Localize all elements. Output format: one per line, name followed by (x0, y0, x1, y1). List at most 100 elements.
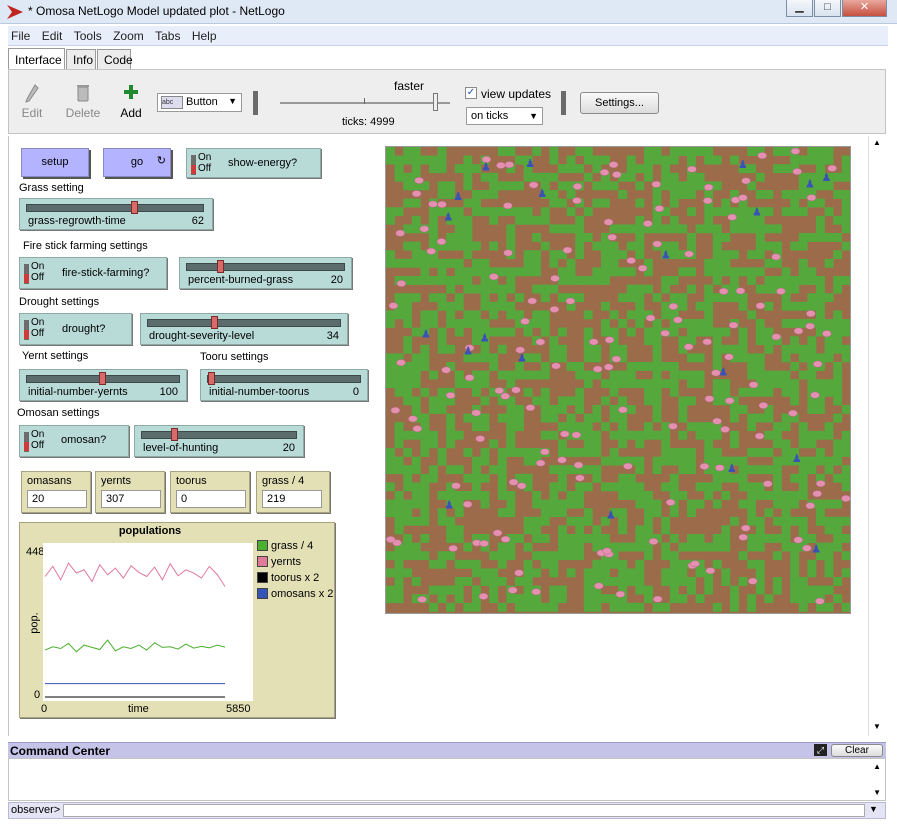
scroll-down-icon[interactable]: ▼ (873, 788, 881, 797)
grass-patch (695, 327, 705, 337)
grass-patch (781, 516, 791, 526)
grass-regrowth-slider[interactable]: grass-regrowth-time 62 (19, 198, 213, 230)
menu-help[interactable]: Help (189, 26, 220, 46)
menu-zoom[interactable]: Zoom (110, 26, 147, 46)
tab-code[interactable]: Code (97, 49, 133, 69)
grass-patch (386, 499, 395, 509)
grass-patch (558, 525, 567, 535)
grass-patch (730, 516, 739, 526)
grass-patch (669, 215, 679, 225)
grass-patch (798, 585, 808, 595)
slider-knob[interactable] (217, 260, 224, 273)
menu-tools[interactable]: Tools (71, 26, 105, 46)
grass-patch (489, 241, 499, 251)
grass-patch (454, 215, 464, 225)
close-button[interactable]: ✕ (842, 0, 887, 17)
speed-slider[interactable] (280, 93, 450, 111)
world-view[interactable]: ♟♟♟♟♟♟♟♟♟♟♟♟♟♟♟♟♟♟♟♟ (385, 146, 851, 614)
expand-icon[interactable]: ⤢ (814, 744, 827, 756)
grass-patch (463, 233, 473, 242)
grass-patch (833, 379, 843, 389)
observer-label[interactable]: observer> (11, 804, 60, 816)
minimize-button[interactable]: ▁ (786, 0, 813, 17)
omosan-agent: ♟ (525, 158, 535, 170)
grass-patch (644, 336, 653, 346)
grass-patch (420, 439, 430, 449)
menu-file[interactable]: File (8, 26, 33, 46)
grass-patch (566, 413, 576, 423)
switch-toggle[interactable]: On Off (191, 153, 211, 175)
grass-patch (781, 301, 791, 311)
grass-patch (480, 284, 490, 294)
menu-tabs[interactable]: Tabs (152, 26, 183, 46)
switch-off-label: Off (198, 163, 212, 174)
grass-patch (575, 362, 585, 371)
edit-tool[interactable]: Edit (19, 84, 45, 136)
initial-toorus-slider[interactable]: initial-number-toorus 0 (200, 369, 368, 401)
switch-toggle[interactable]: On Off (24, 430, 44, 452)
grass-patch (626, 473, 636, 483)
plot-xmin: 0 (41, 703, 48, 715)
grass-patch (566, 568, 576, 578)
grass-patch (841, 516, 850, 526)
grass-patch (738, 215, 748, 225)
omosan-switch[interactable]: On Off omosan? (19, 425, 129, 457)
scroll-down-icon[interactable]: ▼ (873, 722, 881, 731)
drought-switch[interactable]: On Off drought? (19, 313, 132, 345)
grass-patch (497, 413, 507, 423)
grass-patch (558, 198, 567, 208)
grass-patch (764, 276, 774, 285)
clear-button[interactable]: Clear (831, 744, 883, 757)
menu-edit[interactable]: Edit (39, 26, 66, 46)
slider-knob[interactable] (211, 316, 218, 329)
settings-button[interactable]: Settings... (580, 92, 659, 114)
command-input[interactable] (63, 804, 865, 817)
speed-label: faster (394, 79, 425, 93)
grass-patch (712, 258, 722, 268)
go-button[interactable]: go ↻ (103, 148, 171, 177)
grass-patch (781, 319, 791, 328)
yernt-agent (654, 205, 665, 213)
grass-patch (532, 568, 542, 578)
grass-patch (420, 155, 430, 165)
grass-patch (695, 422, 705, 432)
grass-patch (781, 276, 791, 285)
widget-type-select[interactable]: abc Button ▼ (157, 93, 242, 112)
grass-patch (549, 499, 559, 509)
vertical-scrollbar[interactable]: ▲ ▼ (868, 136, 886, 736)
scroll-up-icon[interactable]: ▲ (873, 762, 881, 771)
initial-yernts-slider[interactable]: initial-number-yernts 100 (19, 369, 187, 401)
slider-knob[interactable] (131, 201, 138, 214)
slider-knob[interactable] (171, 428, 178, 441)
scroll-up-icon[interactable]: ▲ (873, 138, 881, 147)
yernt-agent (758, 402, 769, 409)
grass-patch (506, 448, 516, 457)
yernt-agent (748, 381, 759, 389)
delete-tool[interactable]: Delete (65, 84, 101, 136)
yernt-agent (411, 190, 422, 198)
grass-patch (497, 465, 507, 475)
dropdown-arrow-icon[interactable]: ▼ (869, 804, 878, 814)
view-updates-checkbox[interactable]: ✓ (465, 87, 477, 99)
setup-button[interactable]: setup (21, 148, 89, 177)
fire-stick-farming-switch[interactable]: On Off fire-stick-farming? (19, 257, 167, 289)
speed-slider-knob[interactable] (433, 93, 438, 111)
tab-info[interactable]: Info (66, 49, 96, 69)
level-of-hunting-slider[interactable]: level-of-hunting 20 (134, 425, 304, 457)
toolbar-separator (561, 91, 566, 115)
show-energy-switch[interactable]: On Off show-energy? (186, 148, 321, 178)
maximize-button[interactable]: □ (814, 0, 841, 17)
grass-patch (824, 559, 834, 569)
slider-knob[interactable] (99, 372, 106, 385)
grass-patch (807, 379, 817, 389)
switch-toggle[interactable]: On Off (24, 262, 44, 284)
add-tool[interactable]: Add (117, 84, 145, 136)
update-mode-select[interactable]: on ticks ▼ (466, 107, 543, 125)
grass-patch (609, 405, 619, 414)
grass-patch (558, 594, 567, 604)
switch-toggle[interactable]: On Off (24, 318, 44, 340)
slider-knob[interactable] (208, 372, 215, 385)
percent-burned-grass-slider[interactable]: percent-burned-grass 20 (179, 257, 352, 289)
drought-severity-slider[interactable]: drought-severity-level 34 (140, 313, 348, 345)
tab-interface[interactable]: Interface (8, 48, 65, 69)
